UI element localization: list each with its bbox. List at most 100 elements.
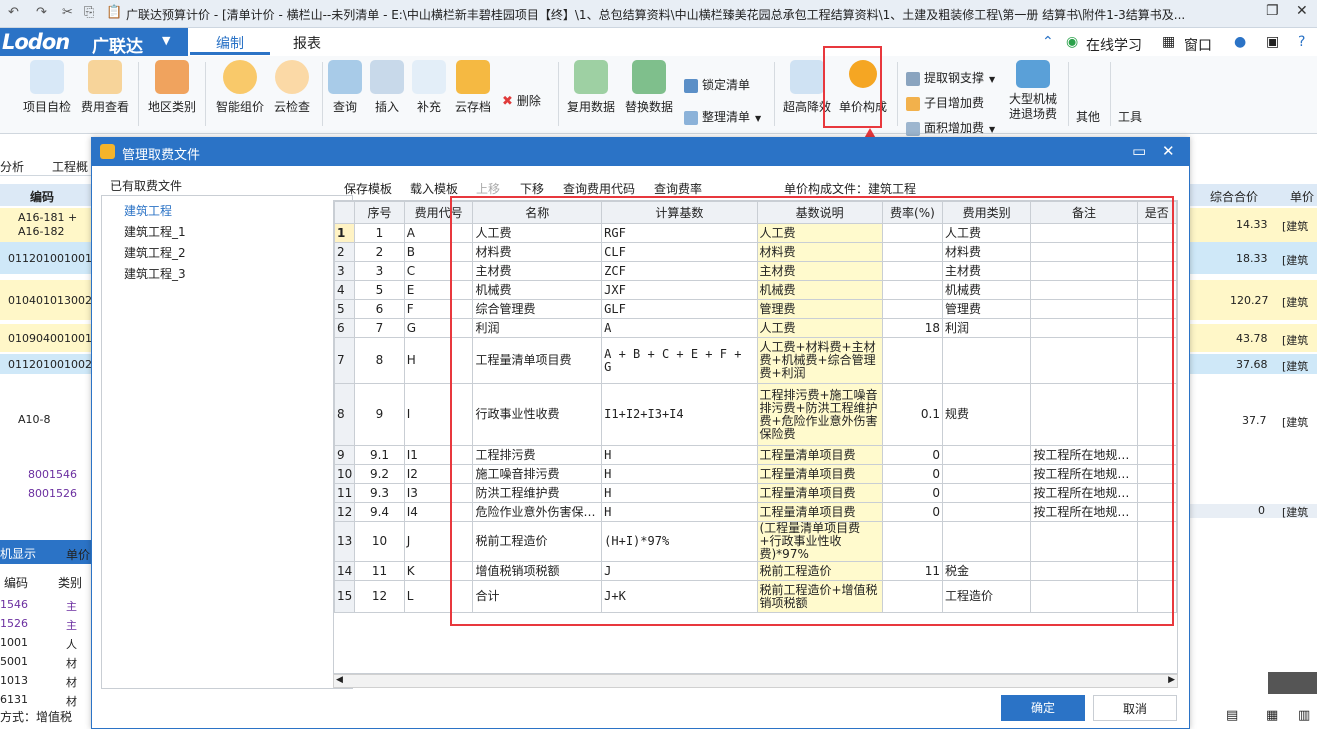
row-number[interactable]: 11 (334, 483, 356, 503)
bg-right-row: 14.33 [建筑 (1190, 208, 1317, 242)
table-cell-seq[interactable]: 6 (354, 299, 405, 319)
other-menu[interactable]: 其他 (1076, 108, 1100, 125)
table-cell-seq[interactable]: 9.2 (354, 464, 405, 484)
chevron-down-icon[interactable]: ▼ (755, 114, 761, 123)
undo-icon[interactable]: ↶ (8, 5, 19, 20)
bg-tab-overview[interactable]: 工程概 (52, 158, 88, 175)
split-view-icon[interactable]: ▥ (1298, 708, 1310, 723)
redo-icon[interactable]: ↷ (36, 5, 47, 20)
cloud-archive-button[interactable]: 云存档 (441, 60, 505, 115)
row-number[interactable]: 14 (334, 561, 356, 581)
bg-row[interactable]: 011201001002 (0, 354, 92, 374)
brand-logo[interactable]: Lodon 广联达 ▼ (0, 28, 188, 57)
table-cell-seq[interactable]: 8 (354, 337, 405, 384)
table-cell-seq[interactable]: 5 (354, 280, 405, 300)
table-cell-seq[interactable]: 7 (354, 318, 405, 338)
table-cell-seq[interactable]: 9 (354, 383, 405, 446)
save-template-button[interactable]: 保存模板 (344, 180, 392, 197)
move-up-button[interactable]: 上移 (476, 180, 500, 197)
row-number[interactable]: 2 (334, 242, 356, 262)
row-number[interactable]: 15 (334, 580, 356, 613)
horizontal-scrollbar[interactable]: ◀ ▶ (333, 674, 1178, 688)
scroll-right-icon[interactable]: ▶ (1168, 675, 1175, 685)
bg-cell: 材 (66, 695, 77, 708)
cancel-button[interactable]: 取消 (1093, 695, 1177, 721)
tab-report[interactable]: 报表 (293, 33, 321, 53)
copy-icon[interactable]: ⎘ (84, 5, 94, 20)
area-fee-button[interactable]: 面积增加费 ▼ (906, 119, 995, 136)
online-study-button[interactable]: 在线学习 (1086, 35, 1142, 55)
bg-tab-analysis[interactable]: 分析 (0, 158, 24, 175)
table-cell-seq[interactable]: 10 (354, 521, 405, 562)
user-icon[interactable]: ● (1234, 34, 1246, 50)
ok-button[interactable]: 确定 (1001, 695, 1085, 721)
tools-menu[interactable]: 工具 (1118, 108, 1142, 125)
paste-icon[interactable]: 📋 (106, 5, 122, 20)
file-item[interactable]: 建筑工程_1 (124, 223, 186, 240)
region-category-button[interactable]: 地区类别 (140, 60, 204, 115)
file-item[interactable]: 建筑工程_2 (124, 244, 186, 261)
table-cell-seq[interactable]: 9.3 (354, 483, 405, 503)
table-cell-seq[interactable]: 1 (354, 223, 405, 243)
bg-row[interactable]: 011201001001 (0, 242, 92, 274)
table-cell-seq[interactable]: 12 (354, 580, 405, 613)
feedback-icon[interactable]: ▣ (1266, 34, 1279, 50)
table-cell-seq[interactable]: 9.1 (354, 445, 405, 465)
window-menu-button[interactable]: 窗口 (1184, 35, 1212, 55)
row-number[interactable]: 1 (334, 223, 356, 243)
bg-row[interactable]: 010904001001 (0, 324, 92, 352)
row-number[interactable]: 3 (334, 261, 356, 281)
reuse-data-button[interactable]: 复用数据 (559, 60, 623, 115)
fee-view-button[interactable]: 费用查看 (73, 60, 137, 115)
organize-list-button[interactable]: 整理清单 ▼ (684, 108, 761, 125)
row-number[interactable]: 9 (334, 445, 356, 465)
table-cell-seq[interactable]: 9.4 (354, 502, 405, 522)
keyboard-icon[interactable] (1268, 672, 1317, 694)
move-down-button[interactable]: 下移 (520, 180, 544, 197)
cut-icon[interactable]: ✂ (62, 5, 73, 20)
col-header[interactable]: 序号 (354, 201, 405, 224)
grid-view-icon[interactable]: ▦ (1266, 708, 1278, 723)
chevron-down-icon[interactable]: ▼ (162, 34, 170, 47)
row-number[interactable]: 6 (334, 318, 356, 338)
query-fee-code-button[interactable]: 查询费用代码 (563, 180, 635, 197)
maximize-icon[interactable]: ▭ (1132, 142, 1146, 160)
row-number[interactable]: 4 (334, 280, 356, 300)
lock-list-button[interactable]: 锁定清单 (684, 76, 750, 93)
window-grid-icon[interactable]: ▦ (1162, 34, 1175, 50)
chevron-down-icon[interactable]: ▼ (989, 125, 995, 134)
row-number[interactable]: 8 (334, 383, 356, 446)
query-rate-button[interactable]: 查询费率 (654, 180, 702, 197)
project-selfcheck-button[interactable]: 项目自检 (15, 60, 79, 115)
chevron-down-icon[interactable]: ▼ (989, 75, 995, 84)
collapse-ribbon-icon[interactable]: ⌃ (1042, 34, 1054, 50)
table-cell-seq[interactable]: 2 (354, 242, 405, 262)
file-item-selected[interactable]: 建筑工程 (124, 202, 172, 219)
restore-icon[interactable]: ❐ (1266, 3, 1279, 19)
help-icon[interactable]: ? (1298, 34, 1305, 50)
table-cell-seq[interactable]: 11 (354, 561, 405, 581)
subitem-fee-button[interactable]: 子目增加费 (906, 94, 984, 111)
layout-icon[interactable]: ▤ (1226, 708, 1238, 723)
row-number[interactable]: 10 (334, 464, 356, 484)
online-study-icon[interactable]: ◉ (1066, 34, 1078, 50)
bg-row[interactable]: 010401013002 (0, 280, 92, 320)
bg-bottom-tab2[interactable]: 单价 (66, 546, 90, 563)
delete-button[interactable]: ✖ 删除 (502, 92, 541, 109)
close-window-icon[interactable]: ✕ (1296, 3, 1308, 19)
scroll-left-icon[interactable]: ◀ (336, 675, 343, 685)
bg-row[interactable]: A16-181 + A16-182 (0, 208, 92, 242)
row-number[interactable]: 5 (334, 299, 356, 319)
bg-bottom-tab[interactable]: 机显示 (0, 545, 36, 562)
tab-edit[interactable]: 编制 (216, 33, 244, 53)
row-number[interactable]: 13 (334, 521, 356, 562)
row-number[interactable]: 7 (334, 337, 356, 384)
table-cell-seq[interactable]: 3 (354, 261, 405, 281)
row-number[interactable]: 12 (334, 502, 356, 522)
machinery-entry-button[interactable]: 大型机械 进退场费 (1000, 60, 1066, 122)
load-template-button[interactable]: 载入模板 (410, 180, 458, 197)
extract-steel-button[interactable]: 提取钢支撑 ▼ (906, 69, 995, 86)
replace-data-button[interactable]: 替换数据 (617, 60, 681, 115)
file-item[interactable]: 建筑工程_3 (124, 265, 186, 282)
close-icon[interactable]: ✕ (1162, 142, 1175, 160)
